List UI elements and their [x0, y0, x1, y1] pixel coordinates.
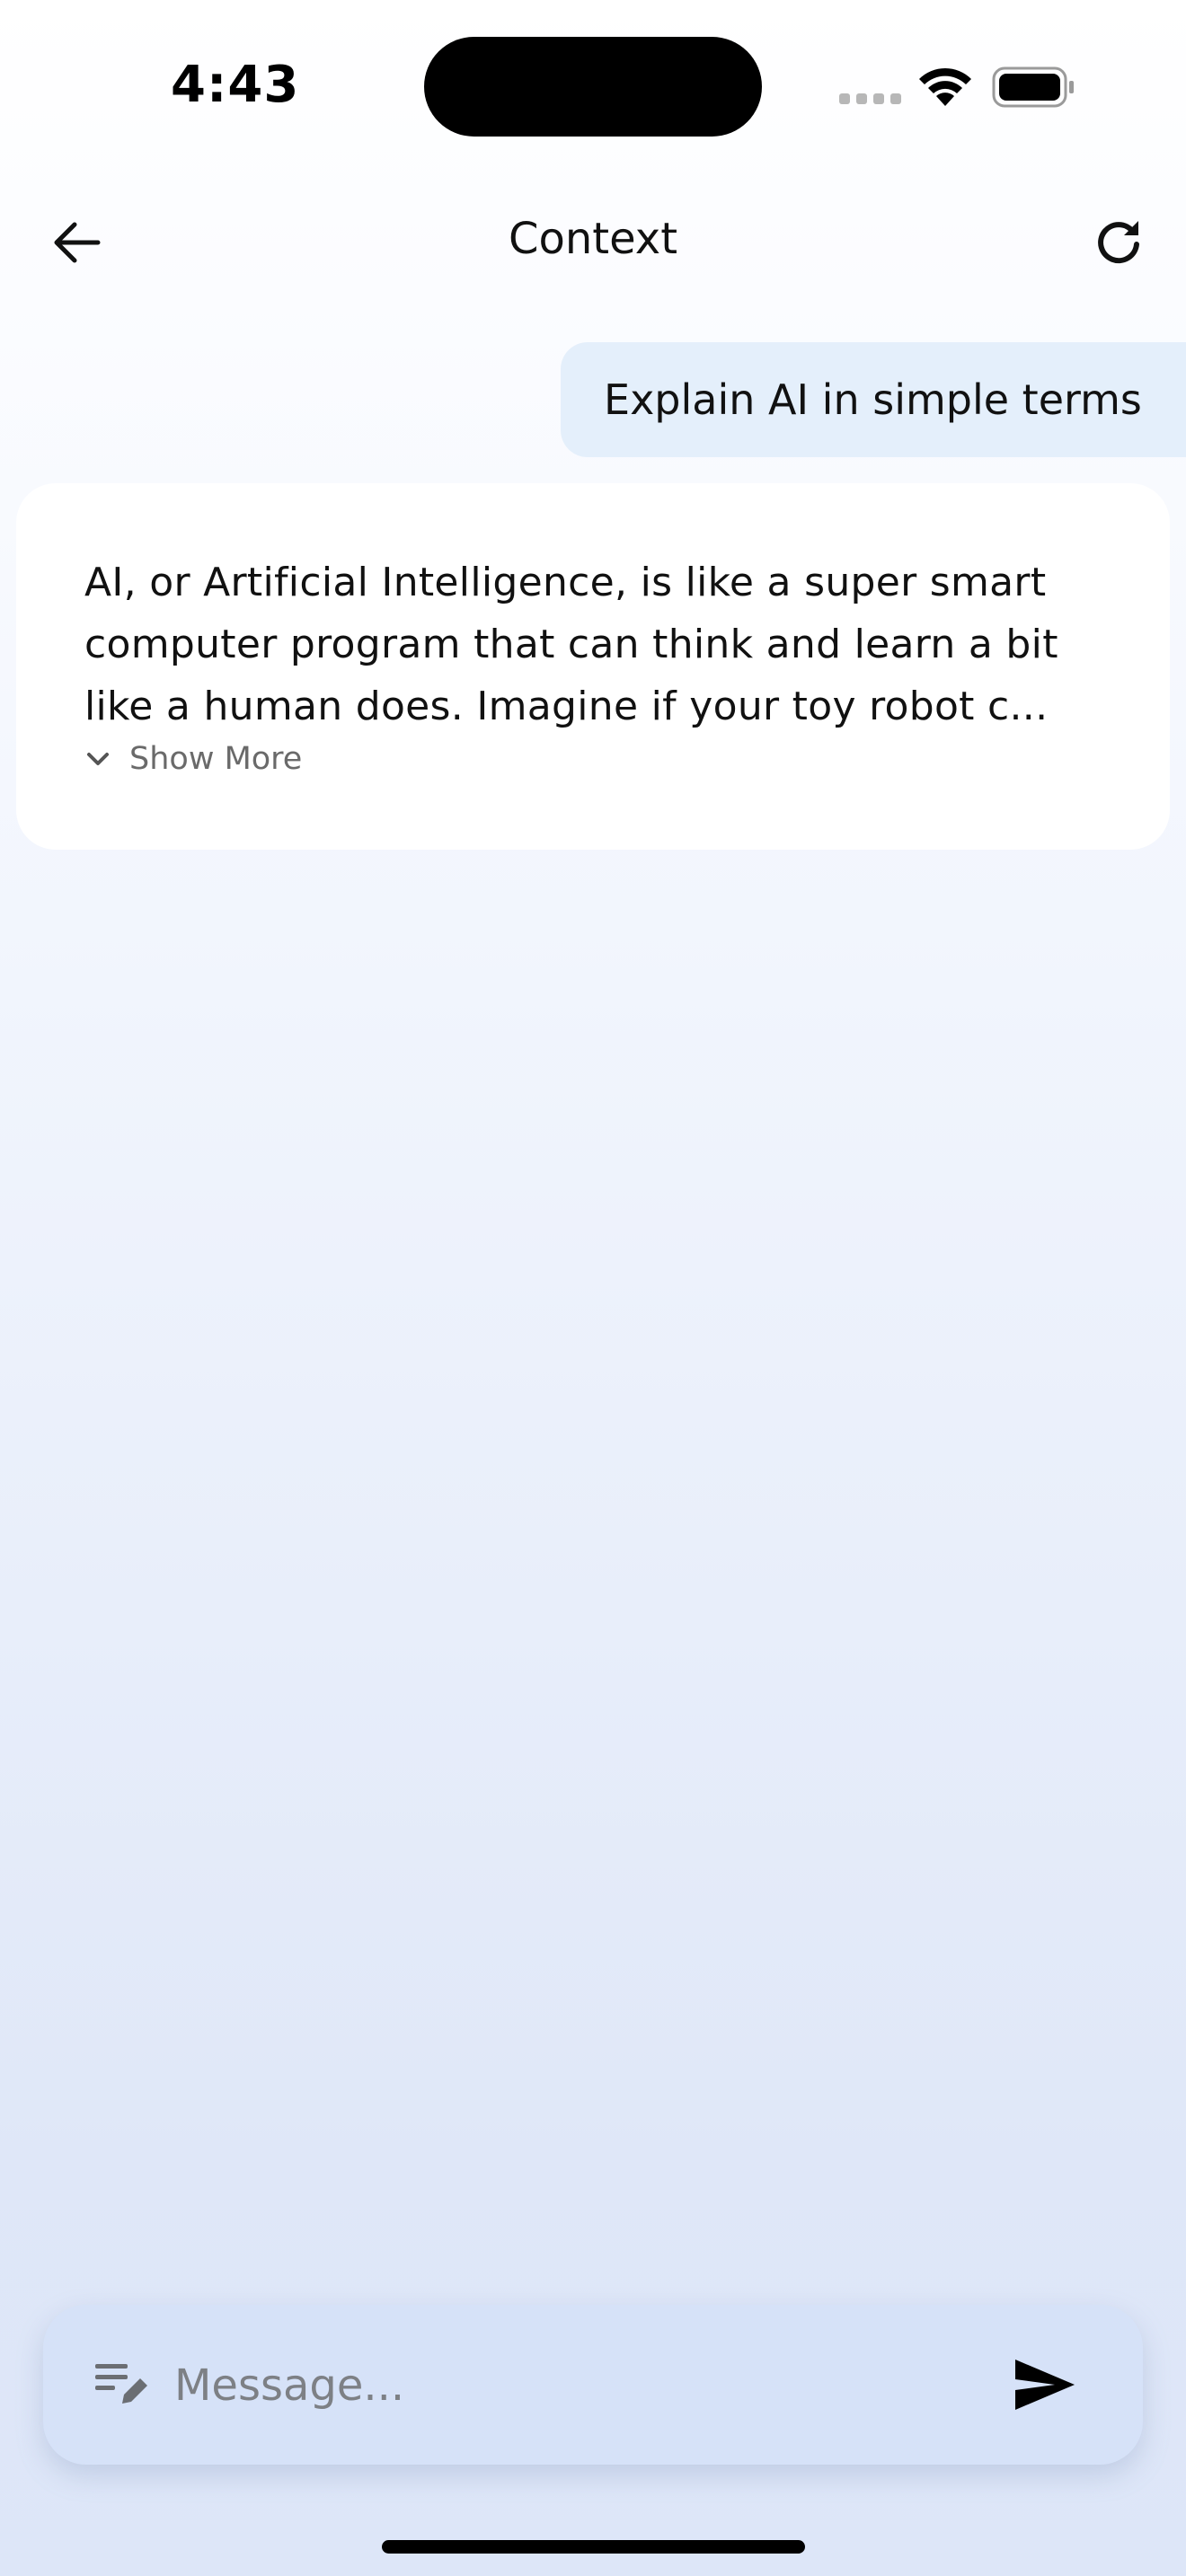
cellular-signal-icon	[839, 93, 902, 104]
message-composer	[43, 2305, 1143, 2465]
wifi-icon	[919, 67, 971, 106]
send-button[interactable]	[996, 2344, 1094, 2425]
show-more-label: Show More	[129, 741, 303, 777]
page-title: Context	[508, 214, 678, 264]
battery-icon	[992, 66, 1074, 108]
app-header: Context	[0, 180, 1186, 305]
status-bar: 4:43	[0, 0, 1186, 171]
user-message-bubble: Explain AI in simple terms	[561, 342, 1186, 457]
show-more-button[interactable]: Show More	[84, 737, 302, 781]
ai-response-text: AI, or Artificial Intelligence, is like …	[84, 551, 1118, 737]
ai-response-card: AI, or Artificial Intelligence, is like …	[16, 483, 1170, 850]
home-indicator	[382, 2540, 805, 2554]
status-time: 4:43	[171, 56, 300, 114]
refresh-button[interactable]	[1078, 207, 1159, 278]
message-input[interactable]	[173, 2344, 1003, 2427]
chevron-down-icon	[87, 753, 109, 765]
refresh-icon	[1098, 221, 1139, 264]
ai-response-line: AI, or Artificial Intelligence, is like …	[84, 560, 1047, 605]
ai-response-line: computer program that can think and lear…	[84, 622, 1058, 667]
ai-response-line: like a human does. Imagine if your toy r…	[84, 684, 1049, 729]
dynamic-island	[424, 37, 762, 137]
send-icon	[1015, 2360, 1075, 2410]
compose-icon[interactable]	[93, 2359, 149, 2409]
